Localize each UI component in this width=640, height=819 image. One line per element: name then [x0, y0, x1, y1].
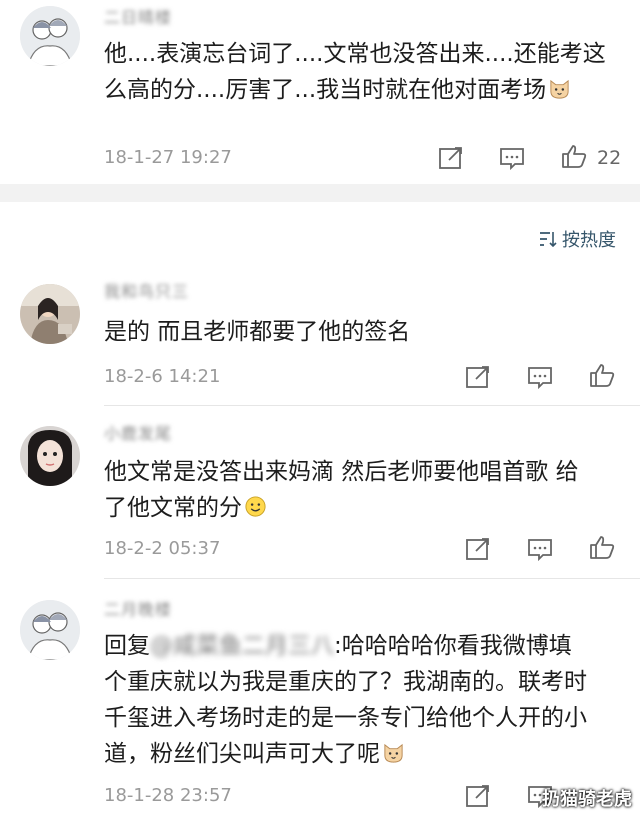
avatar[interactable] [20, 600, 80, 660]
comment-icon[interactable] [526, 536, 554, 562]
share-icon[interactable] [464, 536, 492, 562]
like-count: 22 [597, 147, 622, 169]
comment-line: 么高的分....厉害了...我当时就在他对面考场 [104, 77, 547, 103]
comment-line: 了他文常的分 [104, 495, 242, 521]
avatar[interactable] [20, 6, 80, 66]
comment-line: 道，粉丝们尖叫声可大了呢 [104, 741, 380, 767]
comment-icon[interactable] [498, 145, 526, 171]
cat-face-emoji-icon [382, 739, 405, 763]
comment-divider [104, 405, 640, 406]
share-icon[interactable] [437, 145, 465, 171]
comment-text: 回复@咸菜鱼二月三八:哈哈哈哈你看我微博填 个重庆就以为我是重庆的了？我湖南的。… [104, 628, 616, 772]
comment-icon[interactable] [526, 364, 554, 390]
username[interactable]: 小鹿发尾 [104, 420, 172, 444]
like-icon[interactable] [588, 362, 616, 388]
username[interactable]: 二日晴楼 [104, 4, 172, 28]
comment-text: 是的 而且老师都要了他的签名 [104, 314, 616, 350]
comment-line: 千玺进入考场时走的是一条专门给他个人开的小 [104, 705, 587, 731]
comment-divider [104, 578, 640, 579]
smile-emoji-icon [244, 493, 267, 517]
comment-text: 他....表演忘台词了....文常也没答出来....还能考这 么高的分....厉… [104, 36, 616, 108]
cat-face-emoji-icon [548, 75, 571, 99]
comment-text: 他文常是没答出来妈滴 然后老师要他唱首歌 给 了他文常的分 [104, 454, 616, 526]
sort-button[interactable]: 按热度 [538, 226, 616, 252]
like-icon[interactable] [560, 143, 588, 169]
like-icon[interactable] [588, 534, 616, 560]
sort-label: 按热度 [562, 230, 616, 251]
username[interactable]: 二月晚楼 [104, 596, 172, 620]
comment-time: 18-2-6 14:21 [104, 366, 221, 387]
watermark: 扔猫骑老虎 [542, 789, 632, 810]
reply-mention[interactable]: @咸菜鱼二月三八 [150, 633, 334, 659]
comment-time: 18-1-27 19:27 [104, 147, 232, 168]
username[interactable]: 我和鸟只三 [104, 278, 189, 302]
share-icon[interactable] [464, 364, 492, 390]
comment-line: 个重庆就以为我是重庆的了？我湖南的。联考时 [104, 669, 587, 695]
comment-line: 是的 而且老师都要了他的签名 [104, 319, 411, 345]
avatar[interactable] [20, 426, 80, 486]
section-divider [0, 184, 640, 202]
comment-line: :哈哈哈哈你看我微博填 [334, 633, 572, 659]
share-icon[interactable] [464, 783, 492, 809]
reply-prefix: 回复 [104, 633, 150, 659]
sort-icon [538, 230, 558, 248]
comment-time: 18-2-2 05:37 [104, 538, 221, 559]
comment-line: 他文常是没答出来妈滴 然后老师要他唱首歌 给 [104, 459, 579, 485]
comment-time: 18-1-28 23:57 [104, 785, 232, 806]
avatar[interactable] [20, 284, 80, 344]
comment-line: 他....表演忘台词了....文常也没答出来....还能考这 [104, 41, 606, 67]
